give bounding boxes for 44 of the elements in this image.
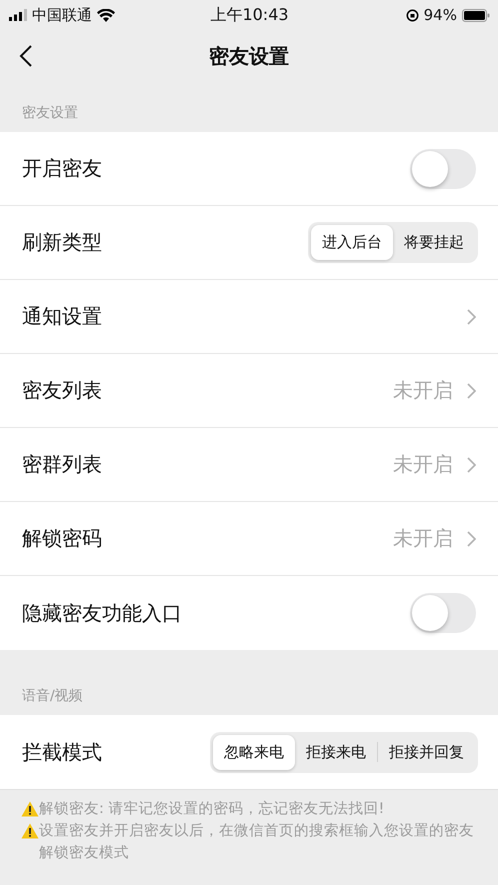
settings-row[interactable]: 通知设置 (0, 280, 498, 354)
rotation-lock-icon (406, 8, 419, 22)
row-label: 密友列表 (22, 377, 102, 404)
warning-icon (21, 801, 39, 817)
settings-row[interactable]: 密友列表 未开启 (0, 354, 498, 428)
settings-row[interactable]: 解锁密码 未开启 (0, 502, 498, 576)
battery-icon (462, 8, 490, 22)
row-label: 开启密友 (22, 155, 102, 182)
settings-row[interactable]: 刷新类型 进入后台 将要挂起 (0, 206, 498, 280)
section-header: 密友设置 (22, 104, 78, 122)
segment-option[interactable]: 忽略来电 (213, 734, 295, 770)
settings-row[interactable]: 拦截模式 忽略来电 拒接来电 拒接并回复 (0, 715, 498, 789)
chevron-icon (467, 382, 476, 398)
row-label: 拦截模式 (22, 738, 102, 766)
section-header: 语音/视频 (22, 687, 83, 705)
carrier-name: 中国联通 (32, 6, 92, 24)
toggle-switch[interactable] (410, 593, 476, 633)
row-value: 未开启 (393, 451, 453, 478)
chevron-icon (467, 530, 476, 546)
page-title: 密友设置 (209, 42, 289, 70)
toggle-switch[interactable] (410, 148, 476, 188)
signal-icon (9, 9, 27, 21)
note-text: 解锁密友: 请牢记您设置的密码，忘记密友无法找回! (39, 800, 384, 819)
segment-option[interactable]: 将要挂起 (393, 225, 475, 260)
battery-percent: 94% (424, 6, 457, 24)
settings-row[interactable]: 隐藏密友功能入口 (0, 576, 498, 650)
row-label: 通知设置 (22, 303, 102, 330)
wifi-icon (97, 8, 115, 22)
row-value: 未开启 (393, 377, 453, 404)
chevron-icon (467, 308, 476, 324)
clock-time: 上午10:43 (210, 4, 289, 26)
segment-option[interactable]: 拒接并回复 (378, 734, 475, 770)
segment-option[interactable]: 拒接来电 (295, 734, 377, 770)
warning-icon (21, 823, 39, 839)
row-label: 密群列表 (22, 451, 102, 478)
row-label: 解锁密码 (22, 525, 102, 552)
row-label: 刷新类型 (22, 229, 102, 256)
row-value: 未开启 (393, 525, 453, 552)
segment-option[interactable]: 进入后台 (311, 225, 393, 260)
settings-row[interactable]: 密群列表 未开启 (0, 428, 498, 502)
note-text: 设置密友并开启密友以后，在微信首页的搜索框输入您设置的密友解锁密友模式 (39, 822, 475, 863)
settings-row[interactable]: 开启密友 (0, 132, 498, 206)
row-label: 隐藏密友功能入口 (22, 600, 182, 626)
chevron-icon (467, 456, 476, 472)
